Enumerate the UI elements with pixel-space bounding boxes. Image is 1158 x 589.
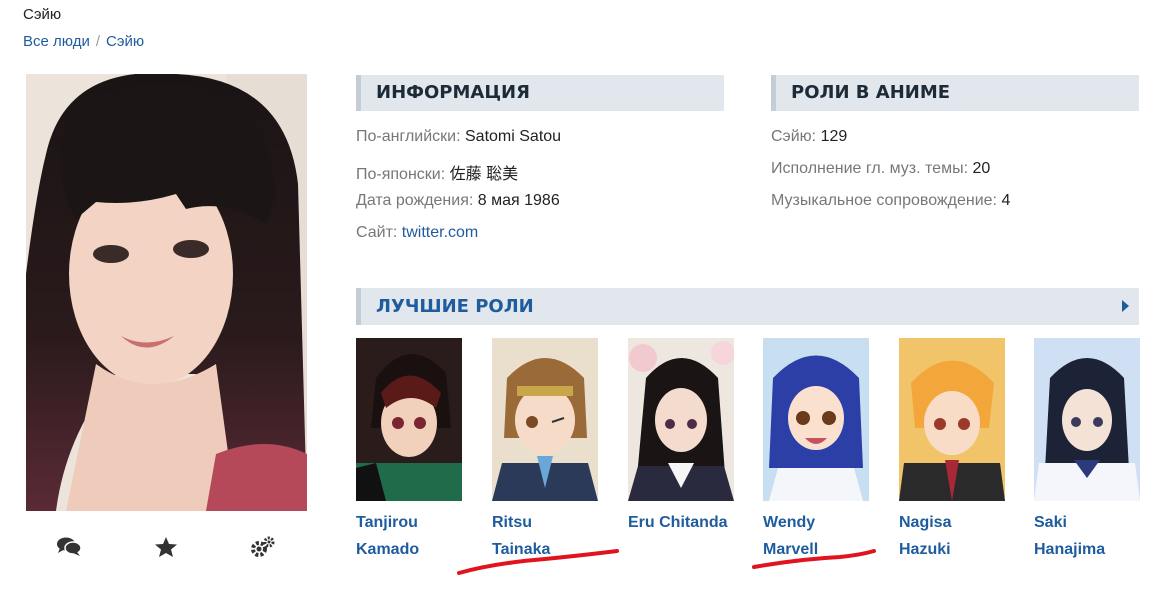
character-thumbnail[interactable] <box>628 338 734 501</box>
roles-value: 20 <box>972 160 991 177</box>
roles-label: Музыкальное сопровождение: <box>771 192 997 209</box>
character-name[interactable]: Ritsu Tainaka <box>492 509 622 563</box>
character-name[interactable]: Tanjirou Kamado <box>356 509 486 563</box>
roles-label: Исполнение гл. муз. темы: <box>771 160 969 177</box>
role-card[interactable]: Eru Chitanda <box>628 338 734 536</box>
role-card[interactable]: Tanjirou Kamado <box>356 338 462 563</box>
caret-right-icon[interactable] <box>1122 300 1129 312</box>
character-last-name: Marvell <box>763 541 819 558</box>
page-title: Сэйю <box>23 6 62 23</box>
role-card[interactable]: Ritsu Tainaka <box>492 338 598 563</box>
roles-value: 129 <box>820 128 848 145</box>
character-thumbnail[interactable] <box>763 338 869 501</box>
character-first-name: Ritsu <box>492 514 532 531</box>
person-actions <box>26 530 307 564</box>
info-japanese-name: По-японски: 佐藤 聡美 <box>356 160 518 184</box>
info-heading: ИНФОРМАЦИЯ <box>356 75 724 111</box>
star-icon[interactable] <box>154 536 182 560</box>
character-name[interactable]: Wendy Marvell <box>763 509 893 563</box>
best-roles-title: ЛУЧШИЕ РОЛИ <box>376 296 534 317</box>
info-value: 8 мая 1986 <box>477 192 560 209</box>
character-last-name: Hazuki <box>899 541 951 558</box>
character-name[interactable]: Saki Hanajima <box>1034 509 1158 563</box>
breadcrumb-separator: / <box>95 33 100 50</box>
roles-seiyu-count: Сэйю: 129 <box>771 128 847 146</box>
character-first-name: Tanjirou <box>356 514 418 531</box>
character-first-name: Saki <box>1034 514 1067 531</box>
character-first-name: Eru Chitanda <box>628 514 728 531</box>
role-card[interactable]: Wendy Marvell <box>763 338 869 563</box>
role-card[interactable]: Nagisa Hazuki <box>899 338 1005 563</box>
info-label: Дата рождения: <box>356 192 474 209</box>
character-last-name: Tainaka <box>492 541 551 558</box>
roles-music-count: Музыкальное сопровождение: 4 <box>771 192 1010 210</box>
character-first-name: Wendy <box>763 514 816 531</box>
info-value: 佐藤 聡美 <box>449 166 519 183</box>
character-last-name: Kamado <box>356 541 420 558</box>
gears-icon[interactable] <box>250 536 278 560</box>
character-name[interactable]: Nagisa Hazuki <box>899 509 1029 563</box>
info-website: Сайт: twitter.com <box>356 224 478 242</box>
breadcrumb-all-people[interactable]: Все люди <box>23 33 90 50</box>
info-label: Сайт: <box>356 224 398 241</box>
character-thumbnail[interactable] <box>356 338 462 501</box>
info-label: По-японски: <box>356 166 446 183</box>
character-last-name: Hanajima <box>1034 541 1106 558</box>
roles-value: 4 <box>1001 192 1011 209</box>
roles-theme-count: Исполнение гл. муз. темы: 20 <box>771 160 990 178</box>
character-thumbnail[interactable] <box>492 338 598 501</box>
breadcrumb-seiyu[interactable]: Сэйю <box>106 33 144 50</box>
best-roles-heading: ЛУЧШИЕ РОЛИ <box>356 288 1139 325</box>
info-value: Satomi Satou <box>465 128 562 145</box>
info-birth-date: Дата рождения: 8 мая 1986 <box>356 192 560 210</box>
comments-icon[interactable] <box>56 536 84 560</box>
roles-label: Сэйю: <box>771 128 817 145</box>
character-thumbnail[interactable] <box>899 338 1005 501</box>
role-card[interactable]: Saki Hanajima <box>1034 338 1140 563</box>
character-thumbnail[interactable] <box>1034 338 1140 501</box>
person-photo <box>26 74 307 511</box>
character-name[interactable]: Eru Chitanda <box>628 509 758 536</box>
breadcrumb: Все люди / Сэйю <box>23 33 144 50</box>
info-english-name: По-английски: Satomi Satou <box>356 128 561 146</box>
anime-roles-heading: РОЛИ В АНИМЕ <box>771 75 1139 111</box>
website-link[interactable]: twitter.com <box>402 224 478 241</box>
info-label: По-английски: <box>356 128 461 145</box>
character-first-name: Nagisa <box>899 514 952 531</box>
